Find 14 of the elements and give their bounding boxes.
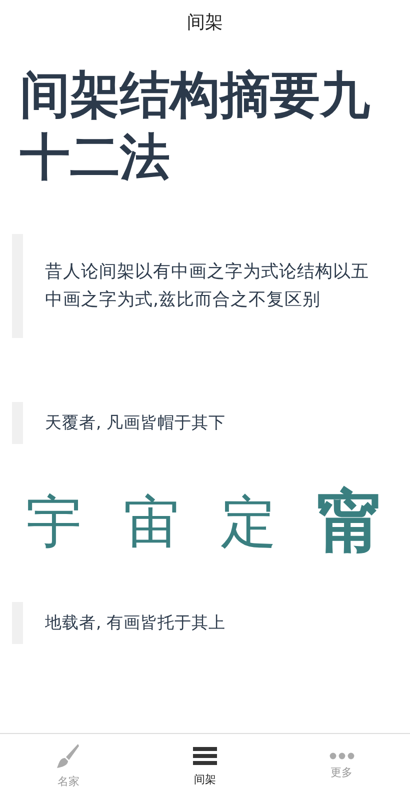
nav-tab[interactable]: 名家 — [0, 734, 137, 798]
quote-text: 昔人论间架以有中画之字为式论结构以五中画之字为式,兹比而合之不复区别 — [45, 261, 370, 312]
nav-tab[interactable]: 更多 — [273, 734, 410, 798]
rule-text: 地载者, 有画皆托于其上 — [45, 612, 226, 632]
calligraphy-character: 宇 — [25, 489, 83, 556]
standard-character: 甯 — [316, 482, 386, 564]
calligraphy-character: 定 — [220, 489, 278, 556]
nav-tab[interactable]: 间架 — [136, 734, 274, 798]
rule-text: 天覆者, 凡画皆帽于其下 — [45, 413, 226, 432]
page-title: 间架结构摘要九十二法 — [20, 65, 370, 188]
brush-icon — [56, 743, 80, 769]
screen-title: 间架 — [187, 11, 223, 34]
calligraphy-character: 宙 — [122, 489, 180, 556]
more-icon — [328, 752, 355, 760]
